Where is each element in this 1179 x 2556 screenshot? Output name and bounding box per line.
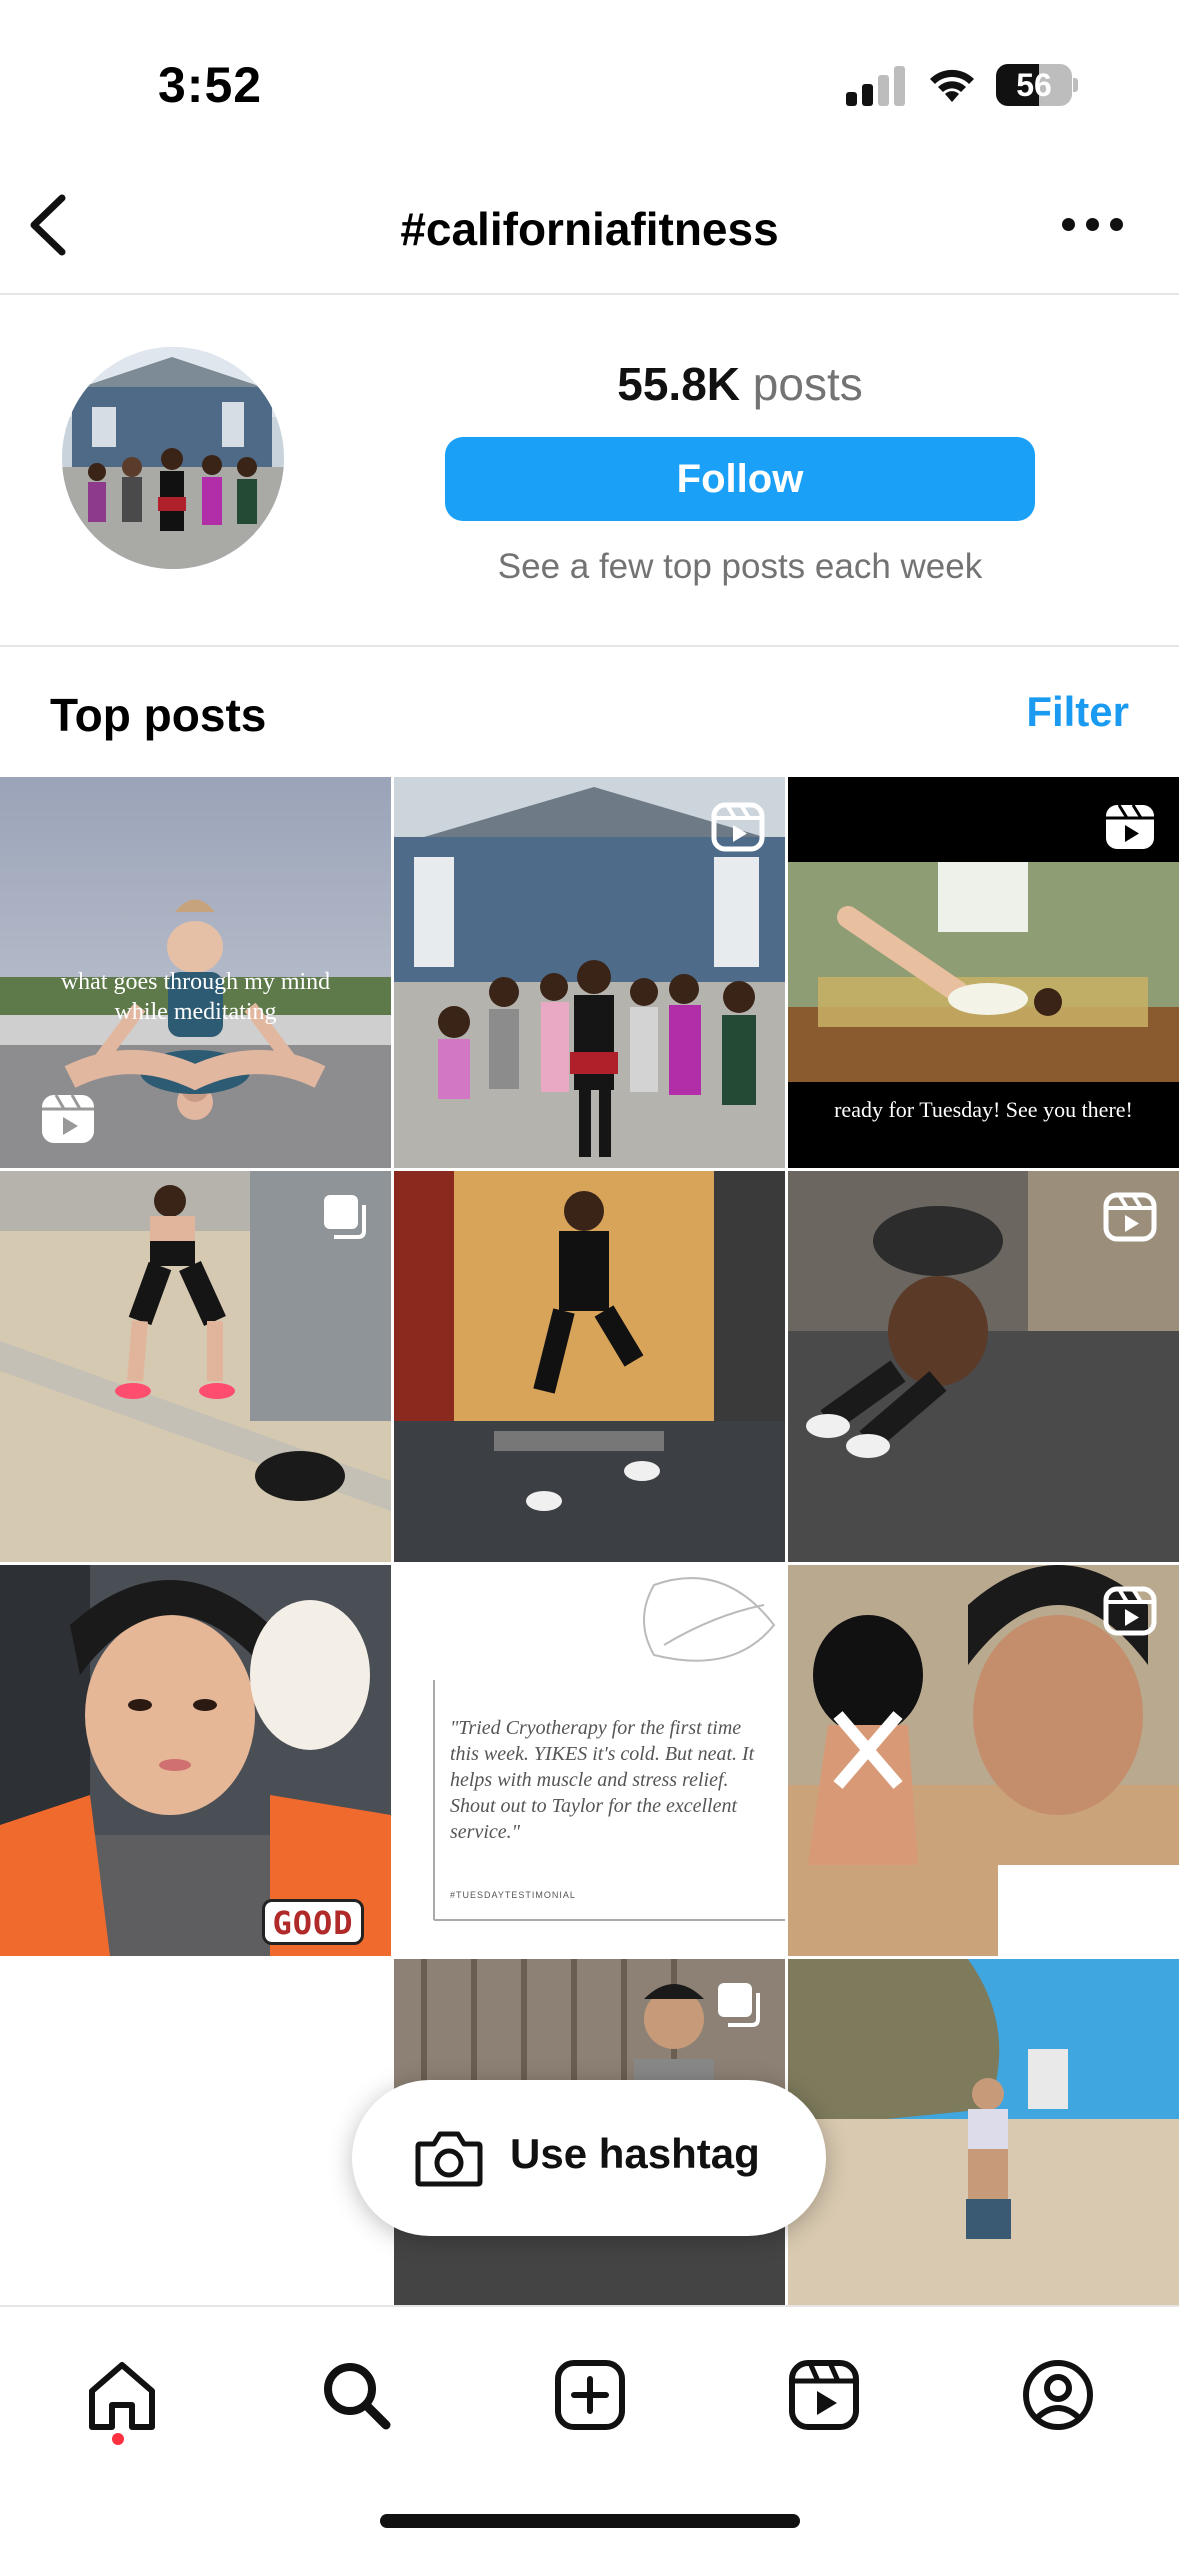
battery-level: 56: [1016, 67, 1052, 103]
hashtag-header: #californiafitness: [0, 150, 1179, 295]
create-post-icon[interactable]: [550, 2355, 630, 2435]
home-indicator: [380, 2514, 800, 2528]
reels-icon: [708, 797, 768, 857]
reels-icon: [1100, 797, 1160, 857]
page-title: #californiafitness: [400, 203, 779, 255]
use-hashtag-label: Use hashtag: [510, 2130, 760, 2177]
posts-count-value: 55.8K: [617, 358, 740, 410]
search-icon[interactable]: [316, 2355, 396, 2435]
carousel-icon: [710, 1975, 770, 2035]
post-tile[interactable]: "Tried Cryotherapy for the first time th…: [394, 1565, 785, 1956]
profile-icon[interactable]: [1018, 2355, 1098, 2435]
home-icon[interactable]: [82, 2355, 162, 2435]
post-tile[interactable]: what goes through my mind while meditati…: [0, 777, 391, 1168]
status-time: 3:52: [158, 57, 263, 113]
battery-icon: 56: [996, 64, 1078, 106]
reels-icon: [38, 1089, 98, 1149]
top-posts-grid: what goes through my mind while meditati…: [0, 777, 1179, 2305]
post-tile[interactable]: GOOD: [0, 1565, 391, 1956]
use-hashtag-button[interactable]: Use hashtag: [352, 2080, 826, 2236]
wifi-icon: [926, 64, 978, 106]
hashtag-avatar: [62, 347, 284, 569]
status-bar: 3:52 56: [0, 0, 1179, 150]
notification-dot: [112, 2433, 124, 2445]
cellular-signal-icon: [846, 66, 906, 106]
hashtag-profile: 55.8K posts Follow See a few top posts e…: [0, 297, 1179, 647]
posts-count-label: posts: [752, 358, 863, 410]
reels-icon: [1100, 1187, 1160, 1247]
post-tile[interactable]: [0, 1171, 391, 1562]
sticker-text: GOOD: [272, 1904, 354, 1942]
post-tile[interactable]: [788, 1171, 1179, 1562]
carousel-icon: [316, 1187, 376, 1247]
post-tile[interactable]: [394, 777, 785, 1168]
post-tile[interactable]: [788, 1959, 1179, 2305]
reels-icon[interactable]: [784, 2355, 864, 2435]
follow-button[interactable]: Follow: [445, 437, 1035, 521]
section-title: Top posts: [50, 689, 267, 741]
camera-icon: [414, 2130, 484, 2188]
tile-overlay-text: ready for Tuesday! See you there!: [834, 1097, 1133, 1122]
tile-caption-tag: #TUESDAYTESTIMONIAL: [450, 1890, 576, 1900]
post-tile[interactable]: ready for Tuesday! See you there!: [788, 777, 1179, 1168]
follow-note: See a few top posts each week: [497, 547, 983, 586]
post-tile[interactable]: [788, 1565, 1179, 1956]
post-tile[interactable]: [394, 1171, 785, 1562]
sticker: GOOD: [262, 1899, 364, 1945]
more-options-icon[interactable]: [1060, 210, 1130, 240]
posts-count: 55.8K posts: [445, 357, 1035, 411]
tile-overlay-text: what goes through my mind while meditati…: [60, 969, 331, 1025]
reels-icon: [1100, 1581, 1160, 1641]
tile-overlay-text: "Tried Cryotherapy for the first time th…: [450, 1717, 755, 1843]
filter-button[interactable]: Filter: [1026, 688, 1129, 736]
